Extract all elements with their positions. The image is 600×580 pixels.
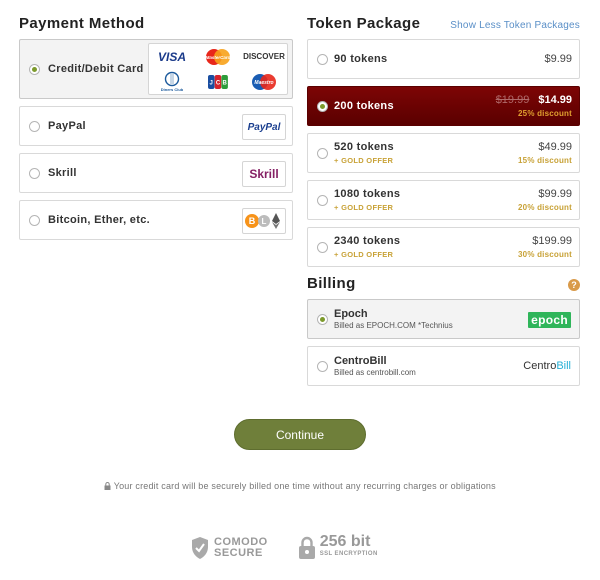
token-option-1080[interactable]: 1080 tokens + GOLD OFFER $99.99 20% disc… <box>307 180 580 220</box>
svg-text:L: L <box>262 217 267 226</box>
token-name: 1080 tokens <box>334 188 401 200</box>
maestro-logo: Maestro <box>241 69 287 94</box>
token-old-price: $19.99 <box>495 94 530 106</box>
payment-option-paypal-label: PayPal <box>48 120 86 132</box>
toggle-packages-link[interactable]: Show Less Token Packages <box>450 20 580 31</box>
svg-text:C: C <box>216 80 221 86</box>
token-discount: 15% discount <box>518 156 572 165</box>
billing-title: Billing <box>307 275 356 292</box>
paypal-logo: PayPal <box>242 114 286 140</box>
token-package-title: Token Package <box>307 15 421 32</box>
payment-option-crypto-label: Bitcoin, Ether, etc. <box>48 214 150 226</box>
token-price: $199.99 <box>532 235 572 247</box>
payment-option-card[interactable]: Credit/Debit Card VISA MasterCard DISCOV… <box>19 39 293 99</box>
radio-token-520[interactable] <box>317 147 328 159</box>
radio-token-90[interactable] <box>317 53 328 65</box>
token-option-200[interactable]: 200 tokens $19.99 $14.99 25% discount <box>307 86 580 126</box>
gold-offer-label: + GOLD OFFER <box>334 156 394 165</box>
radio-token-200[interactable] <box>317 100 328 112</box>
token-option-520[interactable]: 520 tokens + GOLD OFFER $49.99 15% disco… <box>307 133 580 173</box>
token-name: 90 tokens <box>334 53 388 65</box>
radio-token-2340[interactable] <box>317 241 328 253</box>
token-option-90[interactable]: 90 tokens $9.99 <box>307 39 580 79</box>
token-name: 200 tokens <box>334 100 394 112</box>
padlock-icon <box>298 536 315 559</box>
continue-button[interactable]: Continue <box>234 419 366 450</box>
billing-notice: Your credit card will be securely billed… <box>0 481 600 491</box>
token-price: $9.99 <box>544 53 572 65</box>
gold-offer-label: + GOLD OFFER <box>334 203 394 212</box>
diners-logo: Diners Club <box>149 69 195 94</box>
ssl-badge: 256 bit SSL ENCRYPTION <box>298 534 378 561</box>
token-name: 520 tokens <box>334 141 394 153</box>
radio-epoch[interactable] <box>317 313 328 325</box>
token-discount: 25% discount <box>518 109 572 118</box>
radio-crypto[interactable] <box>29 214 40 226</box>
radio-token-1080[interactable] <box>317 194 328 206</box>
billing-option-centrobill[interactable]: CentroBill Billed as centrobill.com Cent… <box>307 346 580 386</box>
payment-option-skrill[interactable]: Skrill Skrill <box>19 153 293 193</box>
epoch-logo: epoch <box>528 312 571 328</box>
token-name: 2340 tokens <box>334 235 401 247</box>
token-package-header: Token Package Show Less Token Packages <box>307 14 580 36</box>
gold-offer-label: + GOLD OFFER <box>334 250 394 259</box>
svg-text:Diners Club: Diners Club <box>161 87 184 92</box>
billing-descriptor: Billed as centrobill.com <box>334 368 416 377</box>
svg-text:Maestro: Maestro <box>254 80 273 86</box>
payment-method-title: Payment Method <box>19 15 145 32</box>
card-logos: VISA MasterCard DISCOVER Diners Club J C… <box>148 43 288 95</box>
security-badges: COMODO SECURE 256 bit SSL ENCRYPTION <box>190 534 378 561</box>
comodo-badge: COMODO SECURE <box>190 536 268 560</box>
payment-method-section: Payment Method Credit/Debit Card VISA Ma… <box>19 14 293 247</box>
billing-descriptor: Billed as EPOCH.COM *Technius <box>334 321 453 330</box>
token-price: $99.99 <box>538 188 572 200</box>
billing-option-epoch[interactable]: Epoch Billed as EPOCH.COM *Technius epoc… <box>307 299 580 339</box>
radio-card[interactable] <box>29 63 40 75</box>
radio-centrobill[interactable] <box>317 360 328 372</box>
help-icon[interactable]: ? <box>568 279 580 291</box>
token-price: $49.99 <box>538 141 572 153</box>
billing-name: Epoch <box>334 308 368 320</box>
radio-paypal[interactable] <box>29 120 40 132</box>
svg-text:MasterCard: MasterCard <box>206 55 231 60</box>
payment-option-paypal[interactable]: PayPal PayPal <box>19 106 293 146</box>
token-discount: 30% discount <box>518 250 572 259</box>
svg-text:J: J <box>210 80 213 86</box>
crypto-logos: B L <box>242 208 286 234</box>
billing-header: Billing ? <box>307 274 580 296</box>
svg-text:B: B <box>249 216 256 226</box>
lock-icon <box>104 481 114 491</box>
token-package-section: Token Package Show Less Token Packages 9… <box>307 14 580 393</box>
centrobill-logo: CentroBill <box>523 360 571 372</box>
token-option-2340[interactable]: 2340 tokens + GOLD OFFER $199.99 30% dis… <box>307 227 580 267</box>
token-price: $19.99 $14.99 <box>495 94 572 106</box>
token-discount: 20% discount <box>518 203 572 212</box>
discover-logo: DISCOVER <box>243 52 285 61</box>
mastercard-logo: MasterCard <box>195 44 241 69</box>
visa-logo: VISA <box>157 49 186 64</box>
skrill-logo: Skrill <box>242 161 286 187</box>
payment-option-crypto[interactable]: Bitcoin, Ether, etc. B L <box>19 200 293 240</box>
svg-text:B: B <box>223 80 228 86</box>
radio-skrill[interactable] <box>29 167 40 179</box>
billing-name: CentroBill <box>334 355 387 367</box>
payment-option-skrill-label: Skrill <box>48 167 77 179</box>
bitcoin-icon: B L <box>245 213 280 229</box>
shield-icon <box>192 537 208 559</box>
jcb-logo: J C B <box>195 69 241 94</box>
payment-option-card-label: Credit/Debit Card <box>48 63 144 75</box>
payment-method-header: Payment Method <box>19 14 293 36</box>
